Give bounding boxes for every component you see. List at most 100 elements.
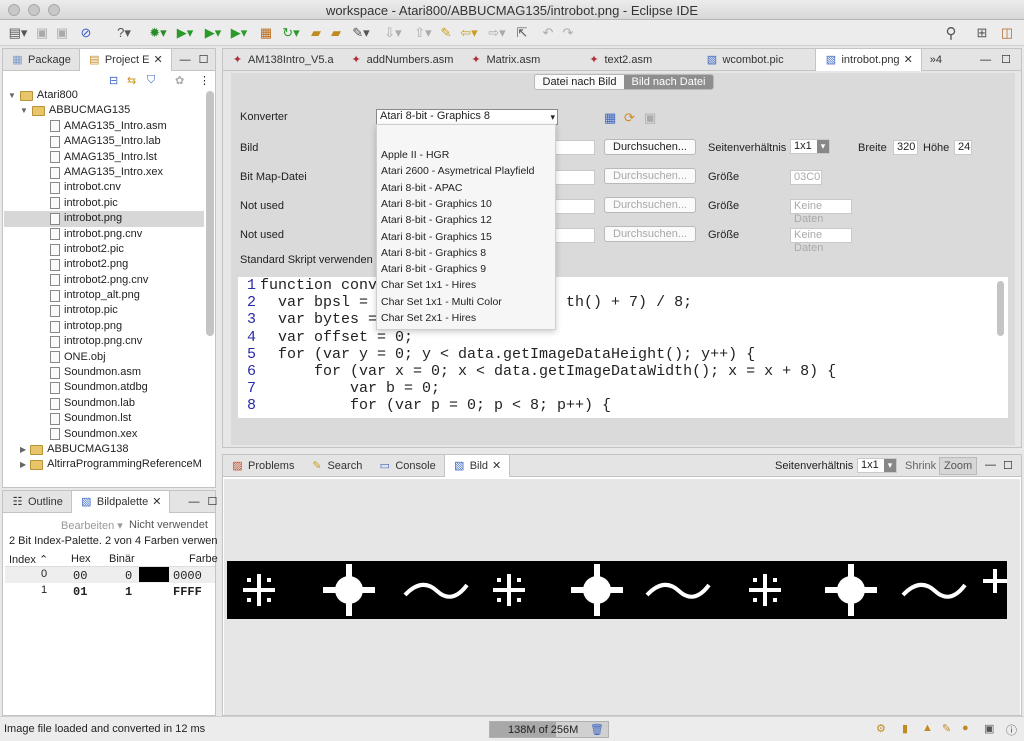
focus-icon[interactable]: ✿ (175, 74, 184, 87)
not-used-browse-button[interactable]: Durchsuchen... (604, 226, 696, 242)
tree-item[interactable]: Soundmon.lst (4, 411, 204, 426)
search-icon[interactable]: ⚲ (942, 24, 960, 42)
help-icon[interactable]: ?▾ (112, 24, 136, 42)
tree-item[interactable]: AMAG135_Intro.lst (4, 150, 204, 165)
not-used-input[interactable] (555, 199, 595, 214)
tab-package[interactable]: ▦ Package (3, 49, 79, 71)
dropdown-option[interactable]: Char Set 1x1 - Multi Color (381, 296, 502, 308)
bitmap-browse-button[interactable]: Durchsuchen... (604, 168, 696, 184)
chevron-down-icon[interactable]: ▼ (20, 103, 28, 118)
nicht-verwendet-label[interactable]: Nicht verwendet (129, 519, 208, 531)
maximize-icon[interactable]: ☐ (1001, 49, 1011, 70)
back-icon[interactable]: ⇦▾ (456, 24, 482, 42)
tab-project-explorer[interactable]: ▤ Project E ✕ (78, 49, 172, 71)
script-icon[interactable]: ▦ (604, 110, 616, 126)
prev-annotation-icon[interactable]: ⇧▾ (410, 24, 436, 42)
tree-item[interactable]: introbot.cnv (4, 180, 204, 195)
forward-icon[interactable]: ⇨▾ (484, 24, 510, 42)
redo-icon[interactable]: ↷ (560, 24, 576, 42)
col-hex[interactable]: Hex (71, 553, 91, 565)
bild-seitenverhaeltnis-select[interactable]: 1x1 ▾ (857, 458, 897, 473)
refresh-icon[interactable]: ↻▾ (278, 24, 304, 42)
close-icon[interactable]: ✕ (492, 455, 501, 477)
cap-icon[interactable]: ▲ (922, 722, 933, 734)
perspective-icon[interactable]: ◫ (998, 24, 1016, 42)
tab-editor[interactable]: ✦ Matrix.asm (461, 49, 579, 71)
script-editor[interactable]: 1function conve2 var bpsl = ( th() + 7) … (238, 277, 1008, 418)
maximize-icon[interactable]: ☐ (199, 49, 209, 70)
tree-item[interactable]: AMAG135_Intro.lab (4, 134, 204, 149)
tree-item[interactable]: introtop.pic (4, 303, 204, 318)
bulb-icon[interactable]: ● (962, 722, 969, 734)
tab-editor[interactable]: ▧ introbot.png ✕ (815, 49, 922, 71)
coverage-icon[interactable]: ▶▾ (226, 24, 252, 42)
tree-item[interactable]: introbot2.png (4, 257, 204, 272)
tab-editor[interactable]: ✦ text2.asm (579, 49, 697, 71)
tree-item[interactable]: ▼ Atari800 (4, 88, 204, 103)
tab-bild[interactable]: ▧ Bild ✕ (443, 455, 511, 477)
pencil-icon[interactable]: ✎ (942, 722, 951, 735)
zoom-toggle[interactable]: Zoom (939, 457, 978, 475)
skip-breakpoints-icon[interactable]: ⊘ (78, 24, 94, 42)
dropdown-option[interactable]: Atari 8-bit - Graphics 9 (381, 263, 486, 275)
tree-item[interactable]: AMAG135_Intro.asm (4, 119, 204, 134)
tab-outline[interactable]: ☷ Outline (3, 491, 71, 513)
close-icon[interactable]: ✕ (152, 491, 161, 513)
tab-search[interactable]: ✎ Search (302, 455, 370, 477)
open-perspective-icon[interactable]: ⊞ (974, 24, 990, 42)
seitenverhaeltnis-select[interactable]: 1x1 ▾ (790, 139, 830, 154)
not-used-input[interactable] (555, 228, 595, 243)
close-icon[interactable]: ✕ (904, 49, 913, 71)
not-used-browse-button[interactable]: Durchsuchen... (604, 197, 696, 213)
tree-item[interactable]: ▼ ABBUCMAG135 (4, 103, 204, 118)
tree-item[interactable]: Soundmon.atdbg (4, 380, 204, 395)
chevron-right-icon[interactable]: ▶ (20, 457, 26, 472)
bild-browse-button[interactable]: Durchsuchen... (604, 139, 696, 155)
tree-item[interactable]: ▶ AltirraProgrammingReferenceM (4, 457, 204, 472)
book-icon[interactable]: ▮ (902, 722, 908, 735)
save-icon[interactable]: ▣ (644, 110, 656, 126)
tree-item[interactable]: introbot2.pic (4, 242, 204, 257)
dropdown-option[interactable]: Char Set 1x1 - Hires (381, 279, 476, 291)
dropdown-option[interactable]: Char Set 2x1 - Hires (381, 312, 476, 324)
col-index[interactable]: Index ⌃ (9, 553, 48, 566)
minimize-icon[interactable]: — (985, 459, 996, 471)
tab-bild-nach-datei[interactable]: Bild nach Datei (624, 75, 713, 89)
close-icon[interactable]: ✕ (153, 49, 162, 71)
tree-item[interactable]: introtop.png.cnv (4, 334, 204, 349)
tree-item[interactable]: introtop.png (4, 319, 204, 334)
tab-editor[interactable]: ▧ wcombot.pic (697, 49, 815, 71)
external-tools-icon[interactable]: ✎▾ (348, 24, 374, 42)
dropdown-option[interactable]: Atari 8-bit - APAC (381, 182, 463, 194)
debug-icon[interactable]: ✹▾ (146, 24, 170, 42)
save-icon[interactable]: ▣ (34, 24, 50, 42)
chevron-right-icon[interactable]: ▶ (20, 442, 26, 457)
run-external-icon[interactable]: ▶▾ (200, 24, 226, 42)
next-annotation-icon[interactable]: ⇩▾ (380, 24, 406, 42)
filter-icon[interactable]: ⛉ (147, 74, 155, 87)
heap-status[interactable]: 138M of 256M 🗑 (489, 721, 609, 738)
hoehe-field[interactable]: 24 (954, 140, 972, 155)
col-farbe[interactable]: Farbe (189, 553, 218, 565)
table-row[interactable]: 1 01 1 FFFF (5, 583, 215, 599)
breite-field[interactable]: 320 (893, 140, 918, 155)
pin-editor-icon[interactable]: ⇱ (514, 24, 530, 42)
minimize-icon[interactable]: — (188, 491, 199, 512)
tree-item[interactable]: AMAG135_Intro.xex (4, 165, 204, 180)
minimize-icon[interactable]: — (980, 49, 991, 70)
rss-icon[interactable]: ▣ (984, 722, 994, 735)
col-binaer[interactable]: Binär (109, 553, 135, 565)
dropdown-option[interactable]: Atari 8-bit - Graphics 8 (381, 247, 486, 259)
undo-icon[interactable]: ↶ (540, 24, 556, 42)
save-all-icon[interactable]: ▣ (54, 24, 70, 42)
run-icon[interactable]: ▶▾ (172, 24, 198, 42)
tree-item[interactable]: ▶ ABBUCMAG138 (4, 442, 204, 457)
open-type-icon[interactable]: ▰ (328, 24, 344, 42)
tree-item[interactable]: Soundmon.asm (4, 365, 204, 380)
tree-item[interactable]: introbot.pic (4, 196, 204, 211)
table-row[interactable]: 0 00 0 0000 (5, 567, 215, 583)
minimize-icon[interactable]: — (180, 49, 191, 70)
collapse-all-icon[interactable]: ⊟ (109, 74, 118, 87)
build-icon[interactable]: ▦ (258, 24, 274, 42)
tab-editor[interactable]: ✦ AM138Intro_V5.a (223, 49, 342, 71)
